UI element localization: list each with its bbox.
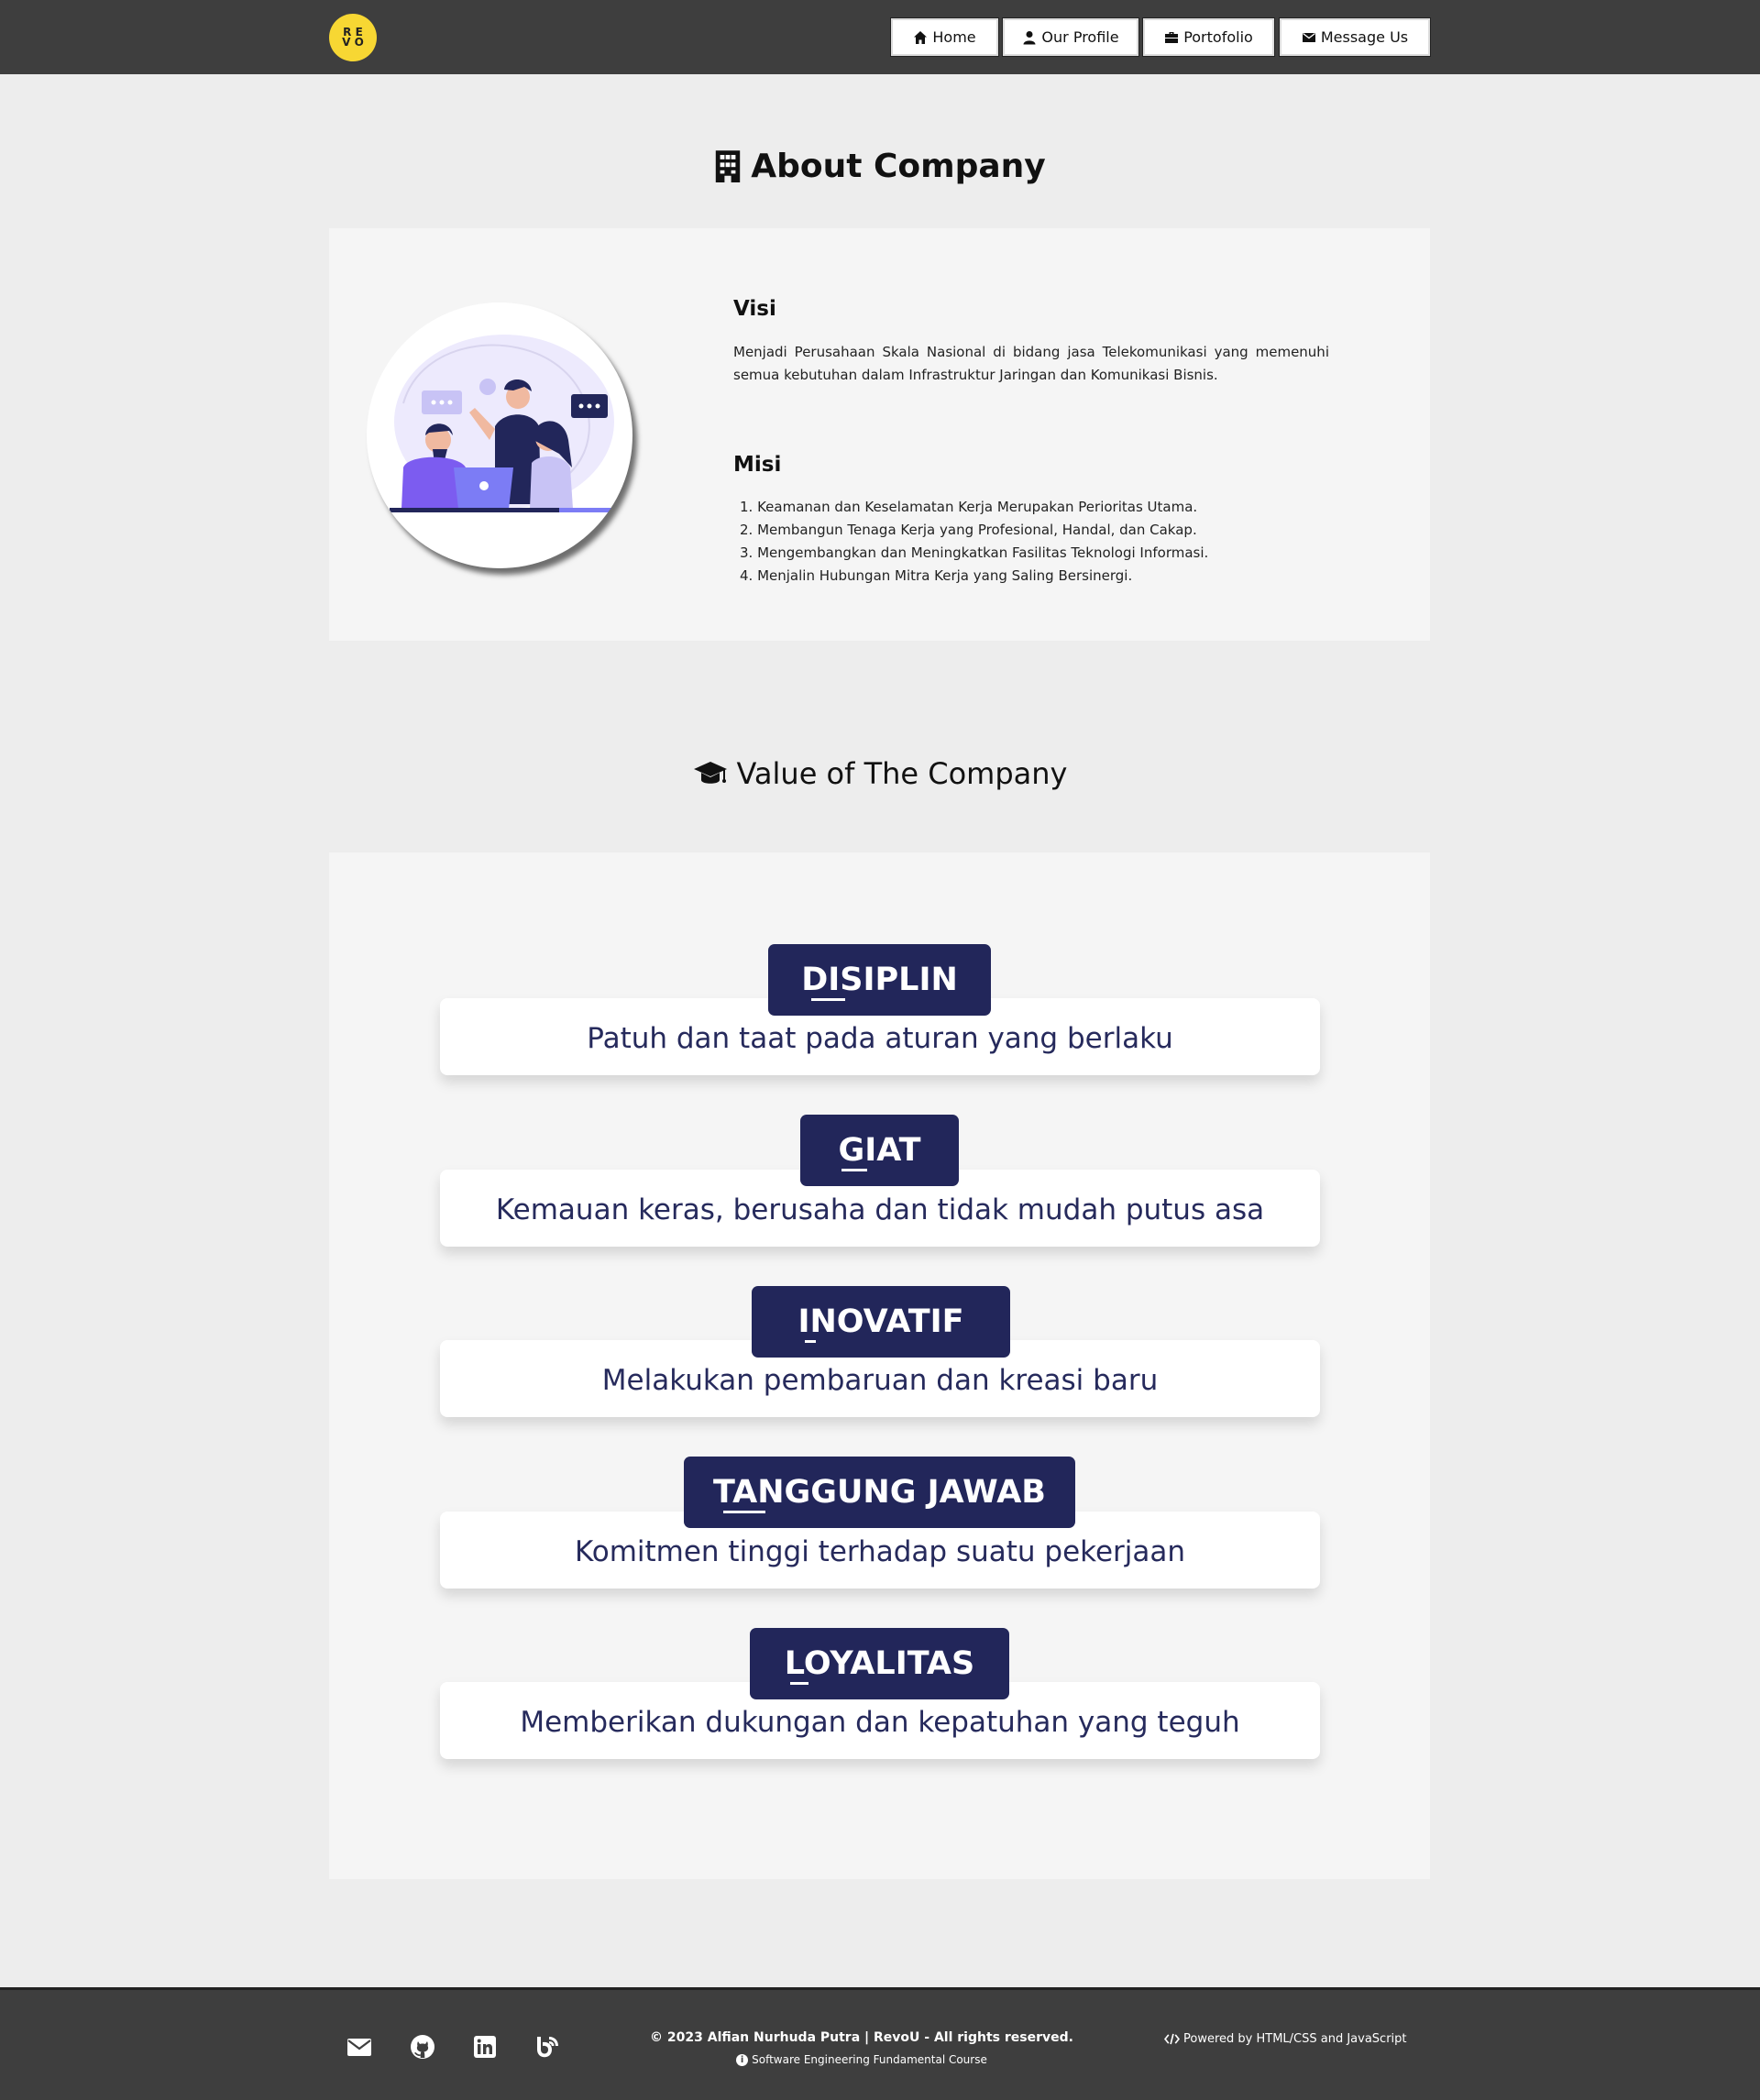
user-icon bbox=[1023, 30, 1036, 44]
course-info: i Software Engineering Fundamental Cours… bbox=[642, 2053, 1082, 2066]
misi-title: Misi bbox=[733, 453, 782, 477]
value-name: TANGGUNG JAWAB bbox=[713, 1474, 1046, 1511]
envelope-icon[interactable] bbox=[346, 2034, 372, 2060]
value-description: Patuh dan taat pada aturan yang berlaku bbox=[587, 1022, 1173, 1055]
about-section-title: About Company bbox=[0, 143, 1760, 189]
value-tag-inovatif: INOVATIF bbox=[752, 1286, 1010, 1358]
misi-item: 1. Keamanan dan Keselamatan Kerja Merupa… bbox=[740, 499, 1198, 515]
value-description: Melakukan pembaruan dan kreasi baru bbox=[601, 1364, 1159, 1397]
blog-icon[interactable] bbox=[534, 2034, 560, 2060]
team-illustration bbox=[367, 302, 632, 568]
value-description: Kemauan keras, berusaha dan tidak mudah … bbox=[495, 1193, 1265, 1226]
values-title-text: Value of The Company bbox=[736, 756, 1068, 791]
tag-underline bbox=[723, 1511, 765, 1513]
briefcase-icon bbox=[1165, 31, 1179, 43]
value-tag-tanggung-jawab: TANGGUNG JAWAB bbox=[684, 1457, 1075, 1528]
value-name: DISIPLIN bbox=[801, 962, 958, 998]
footer: © 2023 Alfian Nurhuda Putra | RevoU - Al… bbox=[0, 1987, 1760, 2100]
values-section-title: Value of The Company bbox=[0, 750, 1760, 797]
company-logo[interactable]: R EV O bbox=[329, 14, 377, 61]
nav-portfolio-label: Portofolio bbox=[1183, 28, 1253, 46]
value-tag-loyalitas: LOYALITAS bbox=[750, 1628, 1009, 1699]
value-name: GIAT bbox=[838, 1132, 921, 1169]
github-icon[interactable] bbox=[410, 2034, 435, 2060]
copyright-text: © 2023 Alfian Nurhuda Putra | RevoU - Al… bbox=[650, 2030, 1073, 2045]
tag-underline bbox=[842, 1169, 867, 1171]
misi-item: 3. Mengembangkan dan Meningkatkan Fasili… bbox=[740, 544, 1209, 561]
nav-profile-label: Our Profile bbox=[1041, 28, 1119, 46]
building-icon bbox=[716, 150, 741, 182]
navbar: R EV O Home Our Profile Portofolio Messa… bbox=[0, 0, 1760, 74]
info-icon: i bbox=[736, 2053, 749, 2066]
value-description: Komitmen tinggi terhadap suatu pekerjaan bbox=[574, 1535, 1186, 1568]
course-text: Software Engineering Fundamental Course bbox=[752, 2053, 987, 2066]
nav-profile-button[interactable]: Our Profile bbox=[1002, 17, 1139, 57]
nav-message-label: Message Us bbox=[1320, 28, 1409, 46]
tag-underline bbox=[805, 1340, 816, 1343]
tag-underline bbox=[811, 998, 845, 1001]
graduation-cap-icon bbox=[693, 762, 727, 784]
value-name: LOYALITAS bbox=[784, 1645, 975, 1682]
code-icon bbox=[1164, 2033, 1180, 2045]
value-tag-disiplin: DISIPLIN bbox=[768, 944, 991, 1016]
tag-underline bbox=[790, 1682, 808, 1685]
visi-text: Menjadi Perusahaan Skala Nasional di bid… bbox=[733, 344, 1329, 383]
value-name: INOVATIF bbox=[798, 1303, 964, 1340]
misi-item: 2. Membangun Tenaga Kerja yang Profesion… bbox=[740, 522, 1197, 538]
misi-item: 4. Menjalin Hubungan Mitra Kerja yang Sa… bbox=[740, 567, 1133, 584]
linkedin-icon[interactable] bbox=[472, 2034, 498, 2060]
misi-list: 1. Keamanan dan Keselamatan Kerja Merupa… bbox=[733, 496, 1329, 588]
envelope-icon bbox=[1302, 32, 1315, 42]
nav-message-button[interactable]: Message Us bbox=[1279, 17, 1431, 57]
visi-title: Visi bbox=[733, 297, 776, 321]
about-title-text: About Company bbox=[751, 147, 1046, 185]
home-icon bbox=[914, 30, 928, 44]
value-tag-giat: GIAT bbox=[800, 1115, 959, 1186]
value-description: Memberikan dukungan dan kepatuhan yang t… bbox=[520, 1706, 1240, 1739]
nav-home-button[interactable]: Home bbox=[890, 17, 999, 57]
powered-text: Powered by HTML/CSS and JavaScript bbox=[1183, 2032, 1407, 2046]
nav-home-label: Home bbox=[932, 28, 976, 46]
nav-portfolio-button[interactable]: Portofolio bbox=[1142, 17, 1275, 57]
powered-by: Powered by HTML/CSS and JavaScript bbox=[1164, 2032, 1407, 2046]
